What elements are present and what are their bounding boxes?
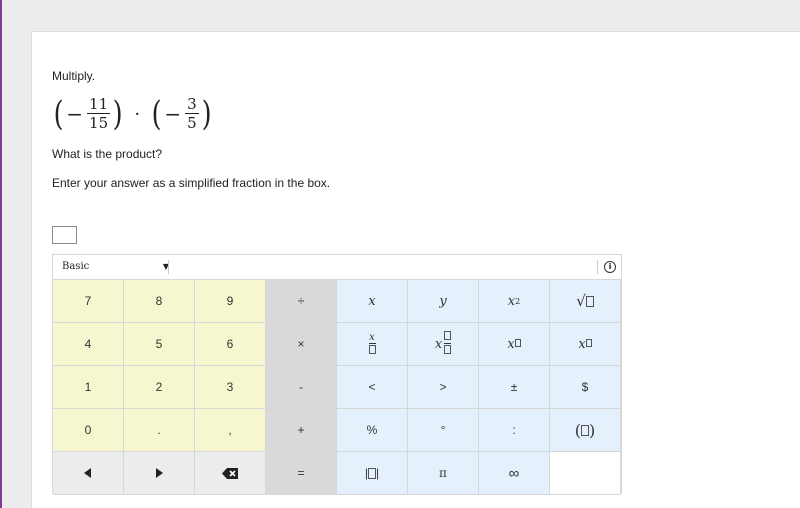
open-paren: ( bbox=[53, 94, 64, 134]
question-text: What is the product? bbox=[52, 147, 163, 161]
placeholder-box-icon bbox=[368, 467, 376, 479]
mixed-fraction-icon bbox=[444, 331, 452, 357]
placeholder-box-icon bbox=[514, 339, 521, 347]
answer-input[interactable] bbox=[52, 226, 77, 244]
placeholder-box-icon bbox=[444, 331, 452, 340]
keypad-mode-label: Basic bbox=[62, 261, 90, 272]
x-power-base: x bbox=[507, 336, 515, 352]
mixed-fraction-x: x bbox=[434, 336, 443, 352]
key-fraction[interactable]: x bbox=[337, 323, 408, 366]
x-subscript bbox=[585, 339, 592, 349]
x-squared-exponent: 2 bbox=[515, 296, 521, 306]
placeholder-box-icon bbox=[444, 345, 452, 354]
key-less-than[interactable]: < bbox=[337, 366, 408, 409]
toolbar-divider bbox=[597, 260, 598, 274]
x-power-exponent bbox=[514, 339, 521, 349]
key-cursor-left[interactable] bbox=[53, 452, 124, 495]
fraction-1-numerator: 11 bbox=[89, 95, 109, 113]
key-y[interactable]: y bbox=[408, 280, 479, 323]
fraction-1: 11 15 bbox=[87, 95, 111, 132]
multiply-dot: · bbox=[134, 103, 141, 125]
fraction-2: 3 5 bbox=[185, 96, 199, 132]
fraction-numerator-x: x bbox=[369, 331, 375, 343]
placeholder-box-icon bbox=[585, 339, 592, 347]
key-greater-than[interactable]: > bbox=[408, 366, 479, 409]
mixed-fraction-bottom bbox=[444, 343, 452, 357]
fraction-1-denominator: 15 bbox=[87, 113, 111, 132]
left-accent-bar bbox=[0, 0, 2, 508]
placeholder-box-icon bbox=[581, 424, 589, 436]
key-colon[interactable]: : bbox=[479, 409, 550, 452]
key-x[interactable]: x bbox=[337, 280, 408, 323]
fraction-2-numerator: 3 bbox=[187, 95, 197, 113]
key-x-power[interactable]: x bbox=[479, 323, 550, 366]
mixed-fraction-top bbox=[444, 331, 452, 343]
key-1[interactable]: 1 bbox=[53, 366, 124, 409]
minus-sign: − bbox=[66, 102, 84, 126]
key-3[interactable]: 3 bbox=[195, 366, 266, 409]
key-comma[interactable]: , bbox=[195, 409, 266, 452]
fraction-denominator-box bbox=[368, 342, 376, 357]
key-degree[interactable]: ° bbox=[408, 409, 479, 452]
abs-bar-right: | bbox=[376, 466, 380, 480]
key-pi[interactable]: π bbox=[408, 452, 479, 495]
fraction-2-denominator: 5 bbox=[185, 113, 199, 132]
key-4[interactable]: 4 bbox=[53, 323, 124, 366]
key-percent[interactable]: % bbox=[337, 409, 408, 452]
open-paren-2: ( bbox=[151, 94, 162, 134]
x-sub-base: x bbox=[578, 336, 586, 352]
key-backspace[interactable] bbox=[195, 452, 266, 495]
key-minus[interactable]: - bbox=[266, 366, 337, 409]
info-icon[interactable]: i bbox=[604, 261, 616, 273]
hint-text: Enter your answer as a simplified fracti… bbox=[52, 176, 331, 190]
key-mixed-fraction[interactable]: x bbox=[408, 323, 479, 366]
key-2[interactable]: 2 bbox=[124, 366, 195, 409]
key-equals[interactable]: = bbox=[266, 452, 337, 495]
key-absolute-value[interactable]: | | bbox=[337, 452, 408, 495]
key-plus[interactable]: + bbox=[266, 409, 337, 452]
key-8[interactable]: 8 bbox=[124, 280, 195, 323]
instruction-text: Multiply. bbox=[52, 69, 96, 83]
keypad-grid: 7 8 9 ÷ x y x2 √ 4 5 6 × x x x x 1 2 3 -… bbox=[53, 280, 621, 495]
arrow-left-icon bbox=[84, 468, 91, 478]
x-squared-base: x bbox=[507, 293, 516, 309]
placeholder-box-icon bbox=[585, 295, 594, 307]
key-empty-slot bbox=[550, 452, 621, 495]
toolbar-divider bbox=[168, 260, 169, 274]
key-9[interactable]: 9 bbox=[195, 280, 266, 323]
key-x-squared[interactable]: x2 bbox=[479, 280, 550, 323]
key-multiply[interactable]: × bbox=[266, 323, 337, 366]
key-parentheses[interactable]: () bbox=[550, 409, 621, 452]
math-keypad: Basic ▼ i 7 8 9 ÷ x y x2 √ 4 5 6 × x x x… bbox=[52, 254, 622, 495]
key-6[interactable]: 6 bbox=[195, 323, 266, 366]
key-cursor-right[interactable] bbox=[124, 452, 195, 495]
key-7[interactable]: 7 bbox=[53, 280, 124, 323]
backspace-icon bbox=[222, 467, 238, 479]
placeholder-box-icon bbox=[368, 344, 376, 354]
sqrt-icon: √ bbox=[576, 292, 586, 310]
key-dollar[interactable]: $ bbox=[550, 366, 621, 409]
close-paren-2: ) bbox=[201, 94, 212, 134]
key-x-subscript[interactable]: x bbox=[550, 323, 621, 366]
close-paren: ) bbox=[112, 94, 123, 134]
fraction-template-icon: x bbox=[368, 331, 376, 357]
key-decimal[interactable]: . bbox=[124, 409, 195, 452]
key-0[interactable]: 0 bbox=[53, 409, 124, 452]
key-square-root[interactable]: √ bbox=[550, 280, 621, 323]
key-plus-minus[interactable]: ± bbox=[479, 366, 550, 409]
paren-close-glyph: ) bbox=[589, 420, 596, 440]
key-5[interactable]: 5 bbox=[124, 323, 195, 366]
key-infinity[interactable]: ∞ bbox=[479, 452, 550, 495]
keypad-mode-select[interactable]: Basic ▼ bbox=[62, 261, 169, 272]
keypad-toolbar: Basic ▼ i bbox=[53, 255, 621, 280]
arrow-right-icon bbox=[156, 468, 163, 478]
key-divide[interactable]: ÷ bbox=[266, 280, 337, 323]
minus-sign-2: − bbox=[164, 102, 182, 126]
math-expression: ( − 11 15 ) · ( − 3 5 ) bbox=[52, 92, 213, 136]
